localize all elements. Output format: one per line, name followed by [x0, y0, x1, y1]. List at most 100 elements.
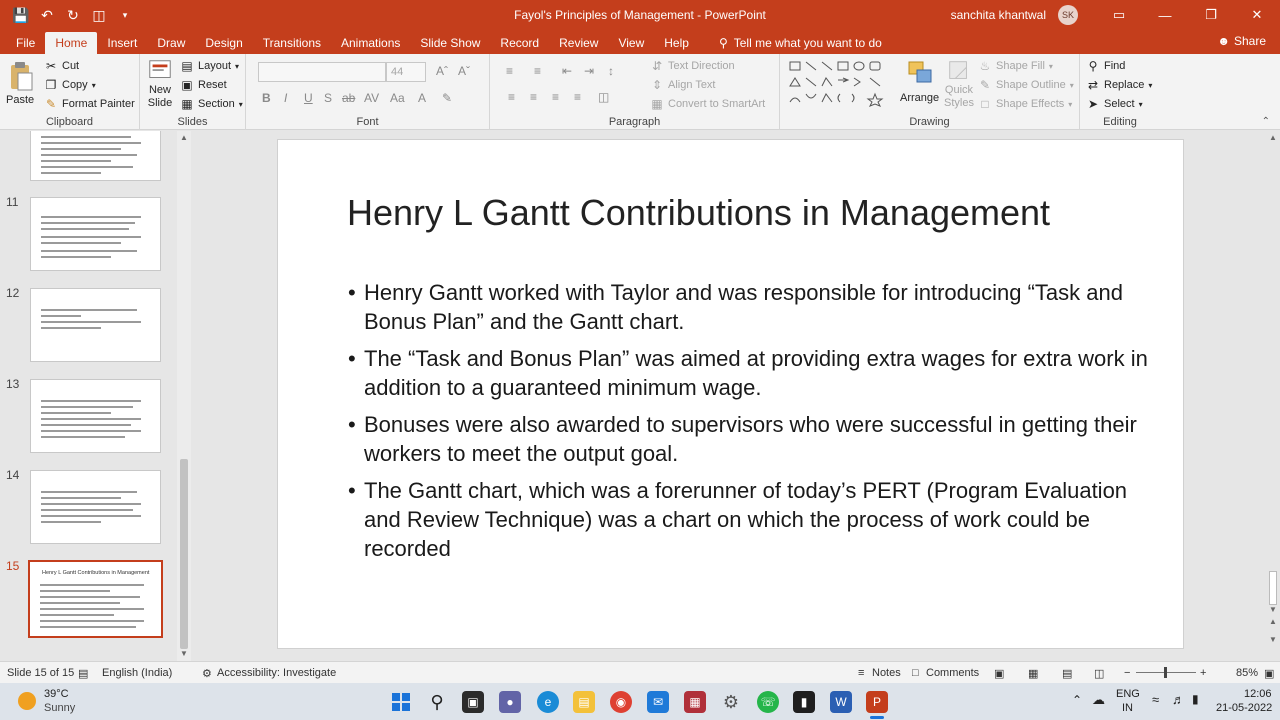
format-painter-button[interactable]: ✎ Format Painter [44, 97, 135, 111]
tab-review[interactable]: Review [549, 32, 608, 54]
tab-slide-show[interactable]: Slide Show [410, 32, 490, 54]
temperature[interactable]: 39°C [44, 688, 69, 700]
bold-icon[interactable]: B [262, 91, 271, 105]
bullet-item[interactable]: The Gantt chart, which was a forerunner … [348, 476, 1158, 563]
layout-button[interactable]: ▤ Layout ▾ [180, 59, 239, 73]
slide-thumbnail-13[interactable] [30, 379, 161, 453]
bullet-item[interactable]: Bonuses were also awarded to supervisors… [348, 410, 1158, 468]
tab-insert[interactable]: Insert [97, 32, 147, 54]
shape-effects-button[interactable]: □ Shape Effects ▾ [978, 97, 1072, 111]
settings-icon[interactable]: ⚙ [720, 691, 742, 713]
slide-show-icon[interactable]: ◫ [1094, 667, 1104, 680]
office-app-icon[interactable]: ▦ [684, 691, 706, 713]
align-center-icon[interactable]: ≡ [530, 90, 537, 104]
language-status[interactable]: English (India) [102, 667, 172, 679]
clock-date[interactable]: 21-05-2022 [1216, 702, 1272, 714]
task-view-icon[interactable]: ▣ [462, 691, 484, 713]
slide-thumbnail-10[interactable] [30, 131, 161, 181]
scroll-up-icon[interactable]: ▲ [1269, 133, 1277, 142]
font-color-icon[interactable]: A [418, 91, 426, 105]
section-button[interactable]: ▦ Section ▾ [180, 97, 242, 111]
align-text-button[interactable]: ⇕ Align Text [650, 78, 716, 92]
shapes-gallery[interactable] [786, 58, 886, 110]
restore-icon[interactable]: ❐ [1188, 0, 1234, 30]
zoom-level[interactable]: 85% [1236, 667, 1258, 679]
powerpoint-icon[interactable]: P [866, 691, 888, 713]
close-icon[interactable]: ✕ [1234, 0, 1280, 30]
font-name-box[interactable] [258, 62, 386, 82]
undo-icon[interactable]: ↶ [38, 7, 56, 24]
redo-icon[interactable]: ↻ [64, 7, 82, 24]
tab-animations[interactable]: Animations [331, 32, 410, 54]
shape-outline-button[interactable]: ✎ Shape Outline ▾ [978, 78, 1074, 92]
fit-slide-icon[interactable]: ▣ [1264, 667, 1274, 680]
collapse-ribbon-icon[interactable]: ⌃ [1262, 116, 1270, 127]
comments-icon[interactable]: □ [912, 667, 919, 679]
slide-thumbnail-12[interactable] [30, 288, 161, 362]
present-icon[interactable]: ◫ [90, 7, 108, 24]
weather-status[interactable]: Sunny [44, 702, 75, 714]
increase-font-icon[interactable]: Aˆ [436, 64, 448, 78]
file-explorer-icon[interactable]: ▤ [573, 691, 595, 713]
arrange-button[interactable]: Arrange [900, 58, 939, 104]
shape-fill-button[interactable]: ♨ Shape Fill ▾ [978, 59, 1053, 73]
input-language-1[interactable]: ENG [1116, 688, 1140, 700]
reset-button[interactable]: ▣ Reset [180, 78, 226, 92]
decrease-font-icon[interactable]: Aˇ [458, 64, 470, 78]
zoom-slider-thumb[interactable] [1164, 667, 1167, 678]
slide-thumbnail-11[interactable] [30, 197, 161, 271]
quick-styles-button[interactable]: Quick Styles [944, 58, 974, 110]
thumbnail-scroll-thumb[interactable] [180, 459, 188, 649]
slide-sorter-icon[interactable]: ▦ [1028, 667, 1038, 680]
tell-me-search[interactable]: ⚲ Tell me what you want to do [709, 32, 892, 54]
user-name[interactable]: sanchita khantwal [951, 8, 1046, 22]
ribbon-display-icon[interactable]: ▭ [1096, 0, 1142, 30]
windows-start-icon[interactable] [390, 691, 412, 713]
new-slide-button[interactable]: New Slide [146, 58, 174, 110]
numbering-icon[interactable]: ≡ [534, 64, 541, 78]
tab-design[interactable]: Design [195, 32, 252, 54]
align-right-icon[interactable]: ≡ [552, 90, 559, 104]
next-slide-icon[interactable]: ▼ [1269, 635, 1277, 644]
scroll-up-icon[interactable]: ▲ [180, 133, 188, 142]
bullets-icon[interactable]: ≡ [506, 64, 513, 78]
tab-help[interactable]: Help [654, 32, 699, 54]
sun-icon[interactable] [18, 692, 36, 710]
save-icon[interactable]: 💾 [12, 7, 30, 24]
convert-smartart-button[interactable]: ▦ Convert to SmartArt [650, 97, 765, 111]
tab-draw[interactable]: Draw [147, 32, 195, 54]
avatar[interactable]: SK [1058, 5, 1078, 25]
slide-canvas[interactable]: Henry L Gantt Contributions in Managemen… [277, 139, 1184, 649]
teams-chat-icon[interactable]: ● [499, 691, 521, 713]
italic-icon[interactable]: I [284, 91, 287, 105]
paste-button[interactable]: Paste [6, 60, 34, 106]
highlight-icon[interactable]: ✎ [442, 91, 452, 105]
char-spacing-icon[interactable]: AV [364, 91, 379, 105]
volume-icon[interactable]: ♬ [1172, 692, 1185, 707]
increase-indent-icon[interactable]: ⇥ [584, 64, 594, 78]
word-icon[interactable]: W [830, 691, 852, 713]
slide-scrollbar[interactable]: ▲ ▼ ▲ ▼ [1266, 131, 1280, 661]
slide-bullet-list[interactable]: Henry Gantt worked with Taylor and was r… [348, 278, 1158, 571]
minimize-icon[interactable]: — [1142, 0, 1188, 30]
comments-button[interactable]: Comments [926, 667, 979, 679]
replace-button[interactable]: ⇄ Replace ▾ [1086, 78, 1152, 92]
zoom-in-icon[interactable]: + [1200, 667, 1206, 679]
slide-title[interactable]: Henry L Gantt Contributions in Managemen… [347, 192, 1050, 234]
notes-icon[interactable]: ≡ [858, 667, 864, 679]
reading-view-icon[interactable]: ▤ [1062, 667, 1072, 680]
tab-file[interactable]: File [0, 32, 45, 54]
text-direction-button[interactable]: ⇵ Text Direction [650, 59, 735, 73]
scroll-down-icon[interactable]: ▼ [1269, 605, 1277, 614]
mail-icon[interactable]: ✉ [647, 691, 669, 713]
onedrive-icon[interactable]: ☁ [1092, 692, 1105, 708]
chrome-icon[interactable]: ◉ [610, 691, 632, 713]
select-button[interactable]: ➤ Select ▾ [1086, 97, 1143, 111]
accessibility-icon[interactable]: ⚙ [202, 667, 212, 680]
copy-button[interactable]: ❐ Copy ▾ [44, 78, 96, 92]
shadow-icon[interactable]: S [324, 91, 332, 105]
slide-thumbnail-15[interactable]: Henry L Gantt Contributions in Managemen… [28, 560, 163, 638]
cut-button[interactable]: ✂ Cut [44, 59, 79, 73]
search-icon[interactable]: ⚲ [426, 691, 448, 713]
normal-view-icon[interactable]: ▣ [994, 667, 1004, 680]
